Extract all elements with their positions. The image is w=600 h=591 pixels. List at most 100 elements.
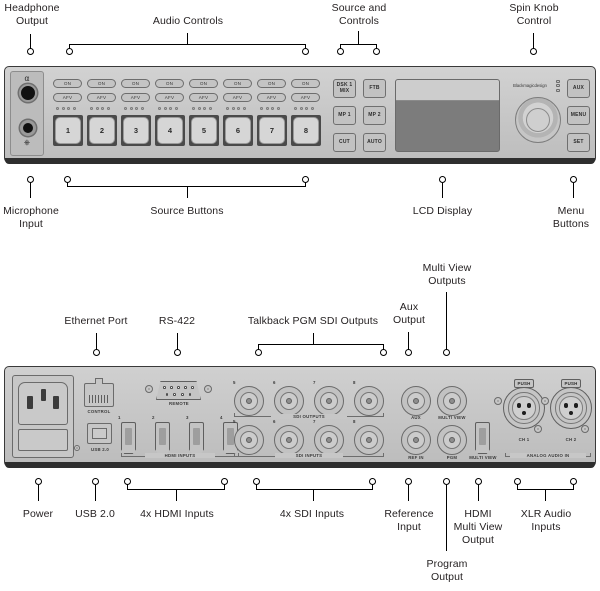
callout-spin-knob-control: Spin Knob Control (509, 2, 559, 27)
ftb-button[interactable]: FTB (363, 79, 386, 98)
aux-button[interactable]: AUX (567, 79, 590, 98)
audio-on-button-5[interactable]: ON (189, 79, 218, 88)
source-button-8[interactable]: 8 (291, 115, 321, 146)
spin-knob[interactable] (515, 97, 561, 143)
sdi-output-5[interactable] (234, 386, 264, 416)
leader-lcd-display (442, 183, 444, 198)
audio-afv-button-8[interactable]: AFV (291, 93, 320, 102)
source-button-label: 3 (123, 117, 149, 144)
rs422-remote-port[interactable] (156, 381, 201, 400)
leader-xlr-audio-inputs-stem (545, 489, 547, 501)
source-button-5[interactable]: 5 (189, 115, 219, 146)
rj45-pins (88, 395, 110, 403)
led (72, 107, 76, 110)
hdmi-input-2[interactable] (155, 422, 170, 454)
xlr-pin (526, 402, 532, 408)
audio-on-button-3[interactable]: ON (121, 79, 150, 88)
menu-button[interactable]: MENU (567, 106, 590, 125)
source-button-7[interactable]: 7 (257, 115, 287, 146)
leader-reference-input (408, 485, 410, 501)
front-panel: ⍺ ⎈ ON AFV 1 ON AFV 2 ON AFV 3 ON AFV 4 … (4, 66, 596, 164)
xlr-input-ch1[interactable]: PUSH (503, 379, 545, 429)
leader-ethernet-port (96, 333, 98, 350)
audio-afv-button-5[interactable]: AFV (189, 93, 218, 102)
source-button-4[interactable]: 4 (155, 115, 185, 146)
rear-panel-bottom-edge (5, 461, 595, 468)
iec-fuse-holder (17, 428, 69, 452)
leader-usb (95, 485, 97, 501)
iec-pin (40, 389, 46, 402)
leader-sdi-inputs-stem (313, 489, 315, 501)
multi-view-output-bnc[interactable] (437, 386, 467, 416)
audio-on-button-6[interactable]: ON (223, 79, 252, 88)
aux-output-bnc[interactable] (401, 386, 431, 416)
audio-on-button-1[interactable]: ON (53, 79, 82, 88)
led (299, 107, 303, 110)
xlr-push-latch-ch1[interactable]: PUSH (514, 379, 534, 388)
callout-multi-view-outputs: Multi View Outputs (422, 262, 472, 287)
microphone-icon: ⎈ (23, 138, 31, 147)
program-output-bnc[interactable] (437, 425, 467, 455)
sdi-input-5[interactable] (234, 425, 264, 455)
led (101, 107, 105, 110)
headphone-output-jack[interactable] (19, 84, 37, 102)
led (203, 107, 207, 110)
rj45-tab (94, 377, 104, 385)
sdi-output-7[interactable] (314, 386, 344, 416)
usb-port[interactable] (87, 423, 112, 444)
cut-button[interactable]: CUT (333, 133, 356, 152)
hdmi-input-3[interactable] (189, 422, 204, 454)
xlr-ch2-label: CH 2 (565, 437, 577, 442)
leader-dot-source-controls-left (337, 48, 345, 55)
audio-afv-button-7[interactable]: AFV (257, 93, 286, 102)
power-connector[interactable] (12, 375, 74, 458)
leader-dot-talkback-left (255, 349, 263, 356)
callout-4x-hdmi-inputs: 4x HDMI Inputs (140, 508, 214, 520)
audio-afv-button-1[interactable]: AFV (53, 93, 82, 102)
xlr-input-ch2[interactable]: PUSH (550, 379, 592, 429)
audio-afv-button-2[interactable]: AFV (87, 93, 116, 102)
led (163, 107, 167, 110)
dsk1-mix-button[interactable]: DSK 1 MIX (333, 79, 356, 98)
audio-on-button-7[interactable]: ON (257, 79, 286, 88)
source-button-2[interactable]: 2 (87, 115, 117, 146)
xlr-push-latch-ch2[interactable]: PUSH (561, 379, 581, 388)
remote-label: REMOTE (169, 401, 189, 406)
hdmi-input-1[interactable] (121, 422, 136, 454)
audio-afv-button-3[interactable]: AFV (121, 93, 150, 102)
callout-source-buttons: Source Buttons (150, 205, 224, 217)
microphone-input-jack[interactable] (20, 120, 36, 136)
auto-button[interactable]: AUTO (363, 133, 386, 152)
audio-on-button-2[interactable]: ON (87, 79, 116, 88)
set-button[interactable]: SET (567, 133, 590, 152)
leader-menu-buttons (573, 183, 575, 198)
sdi-output-6[interactable] (274, 386, 304, 416)
audio-on-button-4[interactable]: ON (155, 79, 184, 88)
audio-afv-button-4[interactable]: AFV (155, 93, 184, 102)
leader-dot-spin-knob (529, 48, 537, 55)
source-button-1[interactable]: 1 (53, 115, 83, 146)
lcd-display[interactable] (395, 79, 500, 152)
mp2-button[interactable]: MP 2 (363, 106, 386, 125)
source-button-6[interactable]: 6 (223, 115, 253, 146)
audio-on-button-8[interactable]: ON (291, 79, 320, 88)
sdi-input-7[interactable] (314, 425, 344, 455)
led (124, 107, 127, 110)
sdi-output-8[interactable] (354, 386, 384, 416)
callout-microphone-input: Microphone Input (3, 205, 59, 230)
callout-reference-input: Reference Input (384, 508, 434, 533)
mp1-button[interactable]: MP 1 (333, 106, 356, 125)
audio-afv-button-6[interactable]: AFV (223, 93, 252, 102)
led (310, 107, 314, 110)
led (294, 107, 297, 110)
ethernet-port[interactable] (84, 377, 114, 407)
callout-talkback-pgm-sdi-outputs: Talkback PGM SDI Outputs (247, 315, 379, 327)
reference-input-bnc[interactable] (401, 425, 431, 455)
source-button-3[interactable]: 3 (121, 115, 151, 146)
db9-pin (177, 386, 180, 389)
sdi-input-8[interactable] (354, 425, 384, 455)
hdmi-multi-view-output[interactable] (475, 422, 490, 454)
db9-pin-row-top (163, 386, 194, 389)
leader-hdmi-multi-view-output (478, 485, 480, 501)
sdi-input-6[interactable] (274, 425, 304, 455)
